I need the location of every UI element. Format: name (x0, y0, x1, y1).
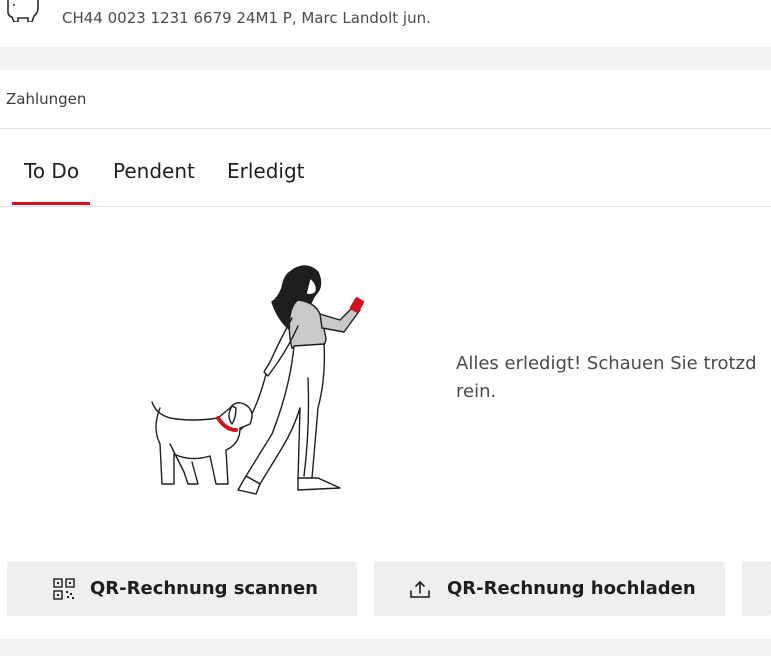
qr-code-icon (53, 578, 75, 600)
tab-todo[interactable]: To Do (24, 159, 79, 183)
upload-icon (410, 580, 430, 598)
card-header: Zahlungen (0, 70, 771, 129)
account-iban: CH44 0023 1231 6679 24M1 P, Marc Landolt… (62, 9, 431, 27)
empty-state-message: Alles erledigt! Schauen Sie trotzd rein. (456, 353, 757, 402)
more-action-button[interactable] (742, 561, 771, 616)
tab-erledigt[interactable]: Erledigt (227, 159, 305, 183)
payment-tabs: To Do Pendent Erledigt (0, 129, 771, 207)
account-header: CH44 0023 1231 6679 24M1 P, Marc Landolt… (0, 0, 771, 47)
upload-qr-bill-label: QR-Rechnung hochladen (447, 578, 696, 599)
scan-qr-bill-label: QR-Rechnung scannen (90, 578, 318, 599)
piggy-bank-icon (7, 0, 39, 22)
scan-qr-bill-button[interactable]: QR-Rechnung scannen (7, 561, 357, 616)
tab-pendent[interactable]: Pendent (113, 159, 195, 183)
upload-qr-bill-button[interactable]: QR-Rechnung hochladen (374, 561, 725, 616)
woman-walking-dog-illustration (151, 265, 365, 495)
active-tab-indicator (12, 202, 90, 205)
payments-title: Zahlungen (6, 90, 87, 108)
